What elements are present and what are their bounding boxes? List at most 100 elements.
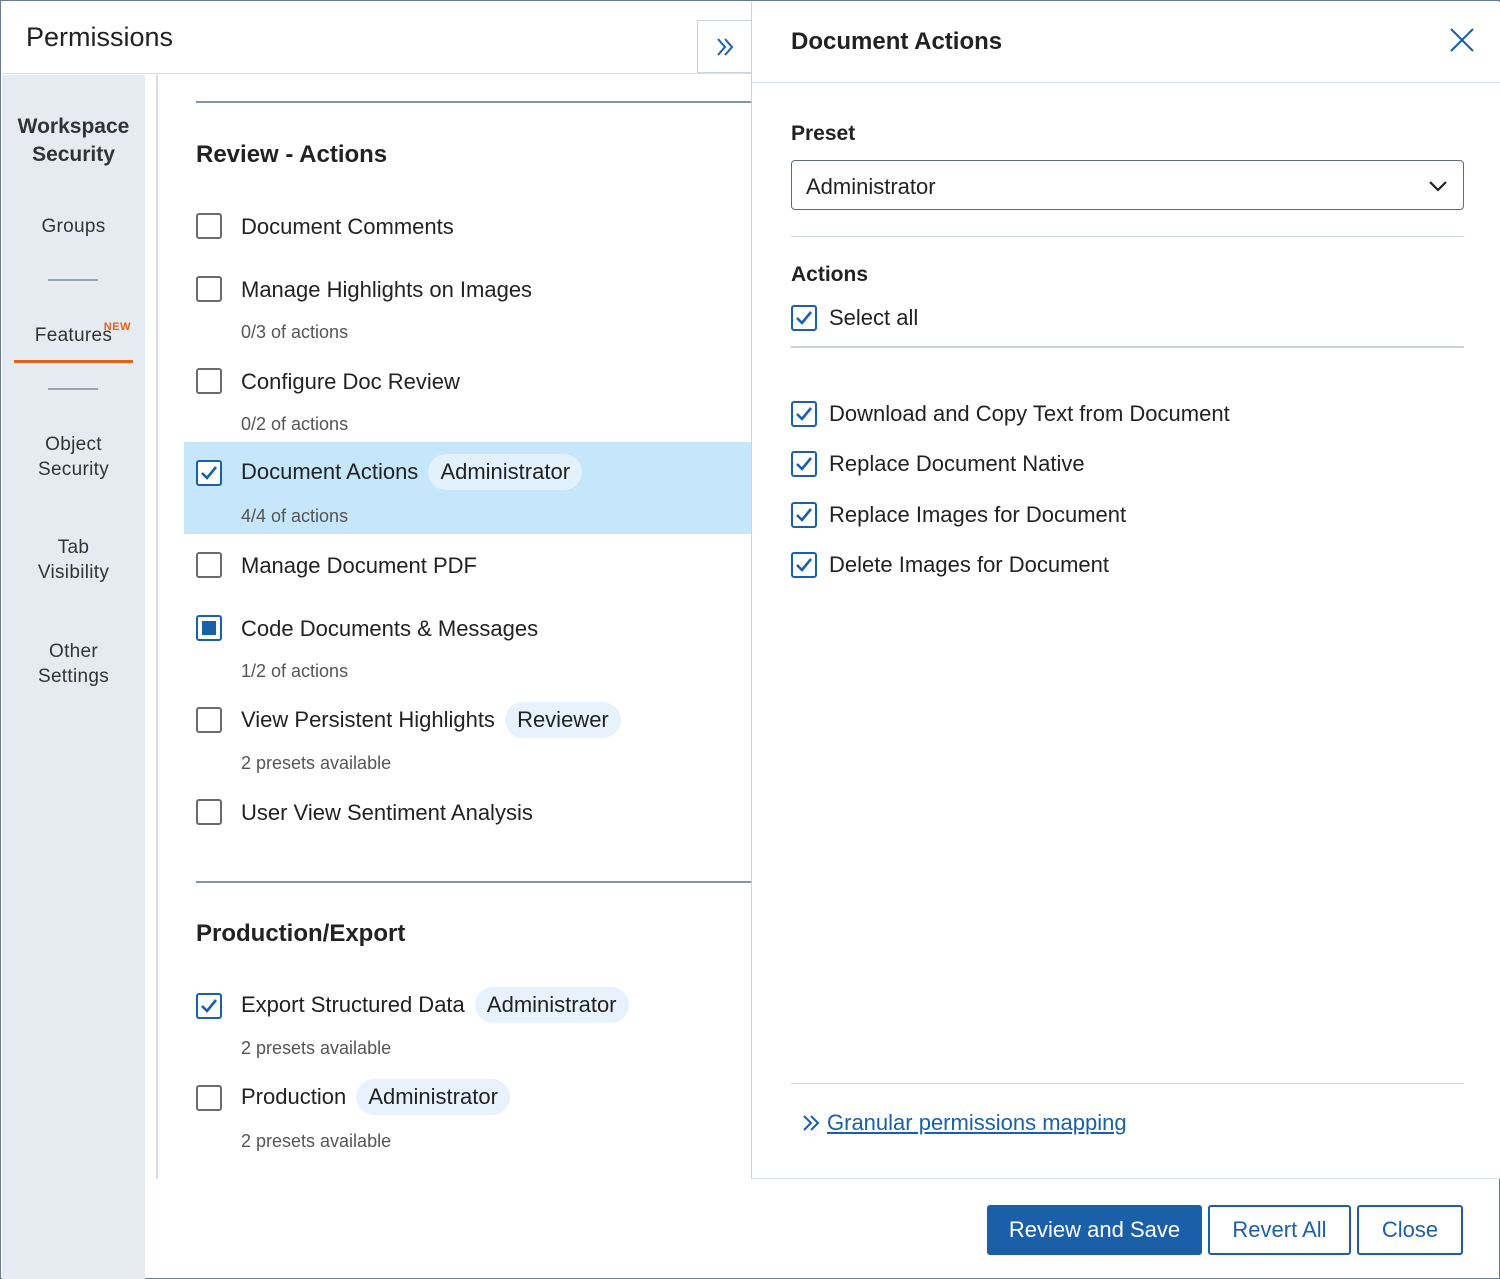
divider — [791, 1083, 1464, 1084]
checkbox[interactable] — [196, 552, 222, 578]
item-label: View Persistent Highlights — [241, 707, 495, 732]
list-divider — [156, 75, 158, 1179]
item-label-with-preset: Production Administrator — [241, 1079, 510, 1115]
action-checkbox[interactable] — [791, 552, 817, 578]
action-checkbox[interactable] — [791, 451, 817, 477]
check-icon — [796, 311, 813, 325]
action-checkbox[interactable] — [791, 401, 817, 427]
sidebar-item-groups[interactable]: Groups — [2, 214, 145, 239]
preset-select[interactable]: Administrator — [791, 160, 1464, 210]
checkbox[interactable] — [196, 368, 222, 394]
action-checkbox[interactable] — [791, 502, 817, 528]
divider — [791, 236, 1464, 237]
sidebar-item-other-settings[interactable]: Other Settings — [2, 639, 145, 689]
item-label: Configure Doc Review — [241, 369, 460, 394]
new-badge: NEW — [103, 321, 131, 333]
item-label: Document Comments — [241, 214, 454, 239]
item-subtext: 4/4 of actions — [241, 506, 349, 526]
select-all-checkbox[interactable] — [791, 305, 817, 331]
list-item[interactable]: Manage Document PDF — [184, 545, 751, 585]
sidebar: Workspace Security Groups Features NEW O… — [2, 75, 145, 1279]
action-label: Delete Images for Document — [829, 552, 1110, 577]
item-label: Export Structured Data — [241, 992, 465, 1017]
link-label: Granular permissions mapping — [827, 1110, 1127, 1135]
sidebar-heading[interactable]: Workspace Security — [2, 113, 145, 169]
close-button[interactable]: Close — [1357, 1205, 1463, 1255]
review-and-save-button[interactable]: Review and Save — [987, 1205, 1202, 1255]
list-item[interactable]: Production Administrator 2 presets avail… — [184, 1076, 751, 1156]
item-label-with-preset: Document Actions Administrator — [241, 454, 583, 490]
checkbox-checked[interactable] — [196, 993, 222, 1019]
sidebar-separator — [48, 279, 98, 281]
item-subtext: 0/2 of actions — [241, 414, 349, 434]
panel-title: Document Actions — [791, 28, 1003, 55]
sidebar-item-label: Tab — [57, 537, 90, 558]
action-label: Replace Images for Document — [829, 502, 1127, 527]
list-item[interactable]: Code Documents & Messages 1/2 of actions — [184, 608, 751, 688]
list-item[interactable]: User View Sentiment Analysis — [184, 792, 751, 832]
panel-header-divider — [752, 82, 1500, 83]
checkbox[interactable] — [196, 707, 222, 733]
preset-badge: Reviewer — [505, 702, 621, 738]
section-divider — [196, 101, 751, 103]
action-label: Download and Copy Text from Document — [829, 401, 1230, 426]
list-item[interactable]: Manage Highlights on Images 0/3 of actio… — [184, 269, 751, 349]
permissions-window: Permissions Workspace Security Groups Fe… — [0, 0, 1500, 1279]
sidebar-item-features[interactable]: Features NEW — [2, 321, 145, 348]
sidebar-separator — [48, 388, 98, 390]
expand-panel-button[interactable] — [697, 20, 751, 73]
item-label: User View Sentiment Analysis — [241, 800, 533, 825]
item-subtext: 2 presets available — [241, 1038, 392, 1058]
item-label-with-preset: Export Structured Data Administrator — [241, 987, 629, 1023]
action-label: Replace Document Native — [829, 451, 1085, 476]
check-icon — [796, 457, 813, 471]
preset-select-value: Administrator — [806, 174, 936, 199]
revert-all-button[interactable]: Revert All — [1208, 1205, 1351, 1255]
preset-badge: Administrator — [474, 987, 629, 1023]
sidebar-item-tab-visibility[interactable]: Tab Visibility — [2, 535, 145, 585]
check-icon — [796, 407, 813, 421]
list-item[interactable]: Document Comments — [184, 206, 751, 246]
sidebar-item-label: Other — [48, 641, 99, 662]
page-title: Permissions — [26, 22, 174, 52]
section-divider — [196, 881, 751, 883]
list-item[interactable]: Export Structured Data Administrator 2 p… — [184, 983, 751, 1063]
preset-badge: Administrator — [428, 454, 583, 490]
detail-panel: Document Actions Preset Administrator Ac… — [751, 2, 1500, 1179]
sidebar-heading-line1: Workspace — [17, 115, 130, 138]
divider — [791, 346, 1464, 348]
item-label: Code Documents & Messages — [241, 616, 539, 641]
double-chevron-right-icon — [803, 1115, 820, 1131]
checkbox[interactable] — [196, 276, 222, 302]
sidebar-item-label: Visibility — [37, 562, 110, 583]
list-item[interactable]: Configure Doc Review 0/2 of actions — [184, 361, 751, 441]
list-item[interactable]: View Persistent Highlights Reviewer 2 pr… — [184, 696, 751, 776]
sidebar-item-object-security[interactable]: Object Security — [2, 432, 145, 482]
select-all-label: Select all — [829, 305, 919, 330]
actions-label: Actions — [791, 263, 869, 286]
item-label: Manage Highlights on Images — [241, 277, 533, 302]
list-item-selected[interactable]: Document Actions Administrator 4/4 of ac… — [184, 442, 751, 534]
double-chevron-right-icon — [716, 37, 733, 56]
checkbox-checked[interactable] — [196, 460, 222, 486]
section-title: Review - Actions — [196, 141, 388, 168]
checkbox[interactable] — [196, 1085, 222, 1111]
check-icon — [201, 466, 218, 480]
granular-permissions-link[interactable]: Granular permissions mapping — [801, 1110, 1127, 1136]
sidebar-item-label: Groups — [41, 216, 106, 237]
item-subtext: 1/2 of actions — [241, 661, 349, 681]
sidebar-item-label: Features — [34, 325, 113, 346]
checkbox-partial[interactable] — [196, 615, 222, 641]
checkbox[interactable] — [196, 799, 222, 825]
item-subtext: 0/3 of actions — [241, 322, 349, 342]
item-label: Document Actions — [241, 459, 419, 484]
checkbox[interactable] — [196, 213, 222, 239]
close-icon — [1450, 28, 1474, 52]
close-panel-button[interactable] — [1446, 24, 1478, 56]
item-subtext: 2 presets available — [241, 1131, 392, 1151]
sidebar-item-label: Security — [37, 459, 110, 480]
active-indicator — [14, 360, 133, 363]
check-icon — [796, 558, 813, 572]
preset-label: Preset — [791, 122, 856, 145]
sidebar-item-label: Object — [45, 434, 102, 455]
